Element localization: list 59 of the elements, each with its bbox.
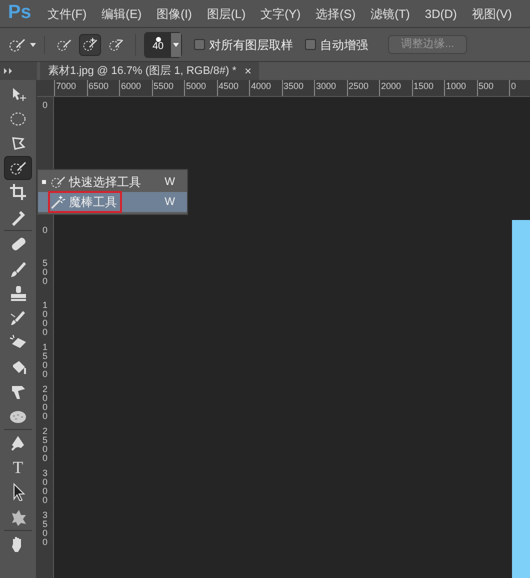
expand-icon[interactable]	[4, 68, 13, 74]
ruler-label: 500	[41, 259, 48, 286]
ruler-label: 6000	[120, 80, 142, 92]
checkbox-label: 对所有图层取样	[209, 36, 293, 54]
lasso-icon[interactable]	[9, 134, 27, 152]
checkbox[interactable]	[194, 39, 205, 50]
caret-icon[interactable]	[30, 42, 36, 46]
ruler-label: 3000	[41, 469, 48, 505]
menu-item[interactable]: 3D(D)	[424, 4, 457, 22]
ruler-label: 3000	[315, 80, 338, 92]
stamp-icon[interactable]	[9, 284, 27, 302]
menu-item[interactable]: 图层(L)	[206, 4, 246, 22]
brush-selection-icon[interactable]	[50, 174, 66, 190]
ruler-label: 1000	[445, 80, 468, 92]
menu-item[interactable]: 文字(Y)	[260, 4, 301, 22]
elliptical-selection-icon[interactable]	[9, 110, 27, 128]
menu-item[interactable]: 文件(F)	[47, 4, 87, 22]
close-button[interactable]: ×	[244, 62, 252, 80]
menu-item[interactable]: 视图(V)	[472, 4, 512, 22]
ruler-label: 0	[41, 101, 48, 110]
ruler-label: 2000	[41, 385, 48, 421]
checkbox-label: 自动增强	[320, 36, 368, 54]
caret-icon[interactable]	[173, 42, 179, 46]
crop-icon[interactable]	[9, 183, 27, 202]
history-brush-icon[interactable]	[9, 308, 27, 327]
ruler-label: 5500	[152, 80, 175, 92]
checkbox[interactable]	[305, 39, 316, 50]
ruler-label: 0	[510, 80, 518, 92]
flyout-menu-item[interactable]: 快速选择工具 W	[38, 172, 187, 192]
brush-size-picker[interactable]: 40	[144, 32, 182, 58]
menu-item[interactable]: 滤镜(T)	[370, 4, 410, 22]
ruler-label: 2500	[348, 80, 370, 92]
ruler-label: 500	[478, 80, 495, 92]
ruler-label: 6500	[88, 80, 110, 92]
ruler-label: 0	[41, 226, 48, 235]
brush-size-value: 40	[152, 42, 164, 52]
blob-shape-icon[interactable]	[9, 508, 27, 526]
app-logo: Ps	[7, 1, 32, 26]
flyout-menu-item[interactable]: 魔棒工具 W	[38, 192, 187, 212]
current-tool-marker	[42, 180, 46, 184]
magic-wand-icon[interactable]	[50, 194, 66, 210]
menu-item[interactable]: 选择(S)	[316, 4, 356, 22]
ruler-label: 7000	[55, 80, 78, 92]
menu-item[interactable]: 编辑(E)	[102, 4, 142, 22]
type-tool-icon[interactable]: T	[12, 459, 24, 476]
menu-item[interactable]: 图像(I)	[156, 4, 192, 22]
ruler-label: 2500	[41, 427, 48, 463]
ruler-label: 5000	[185, 80, 208, 92]
ruler-label: 2000	[380, 80, 402, 92]
ruler-label: 1500	[41, 343, 48, 379]
ruler-label: 1000	[41, 301, 48, 337]
pen-icon[interactable]	[9, 434, 27, 452]
ruler-label: 4500	[218, 80, 240, 92]
ruler-label: 3500	[282, 80, 305, 92]
ruler-label: 4000	[250, 80, 272, 92]
ruler-label: 1500	[412, 80, 435, 92]
ruler-label: 3500	[41, 511, 48, 547]
brush-icon[interactable]	[9, 260, 27, 278]
document-tab[interactable]: 素材1.jpg @ 16.7% (图层 1, RGB/8#) * ×	[40, 62, 260, 80]
